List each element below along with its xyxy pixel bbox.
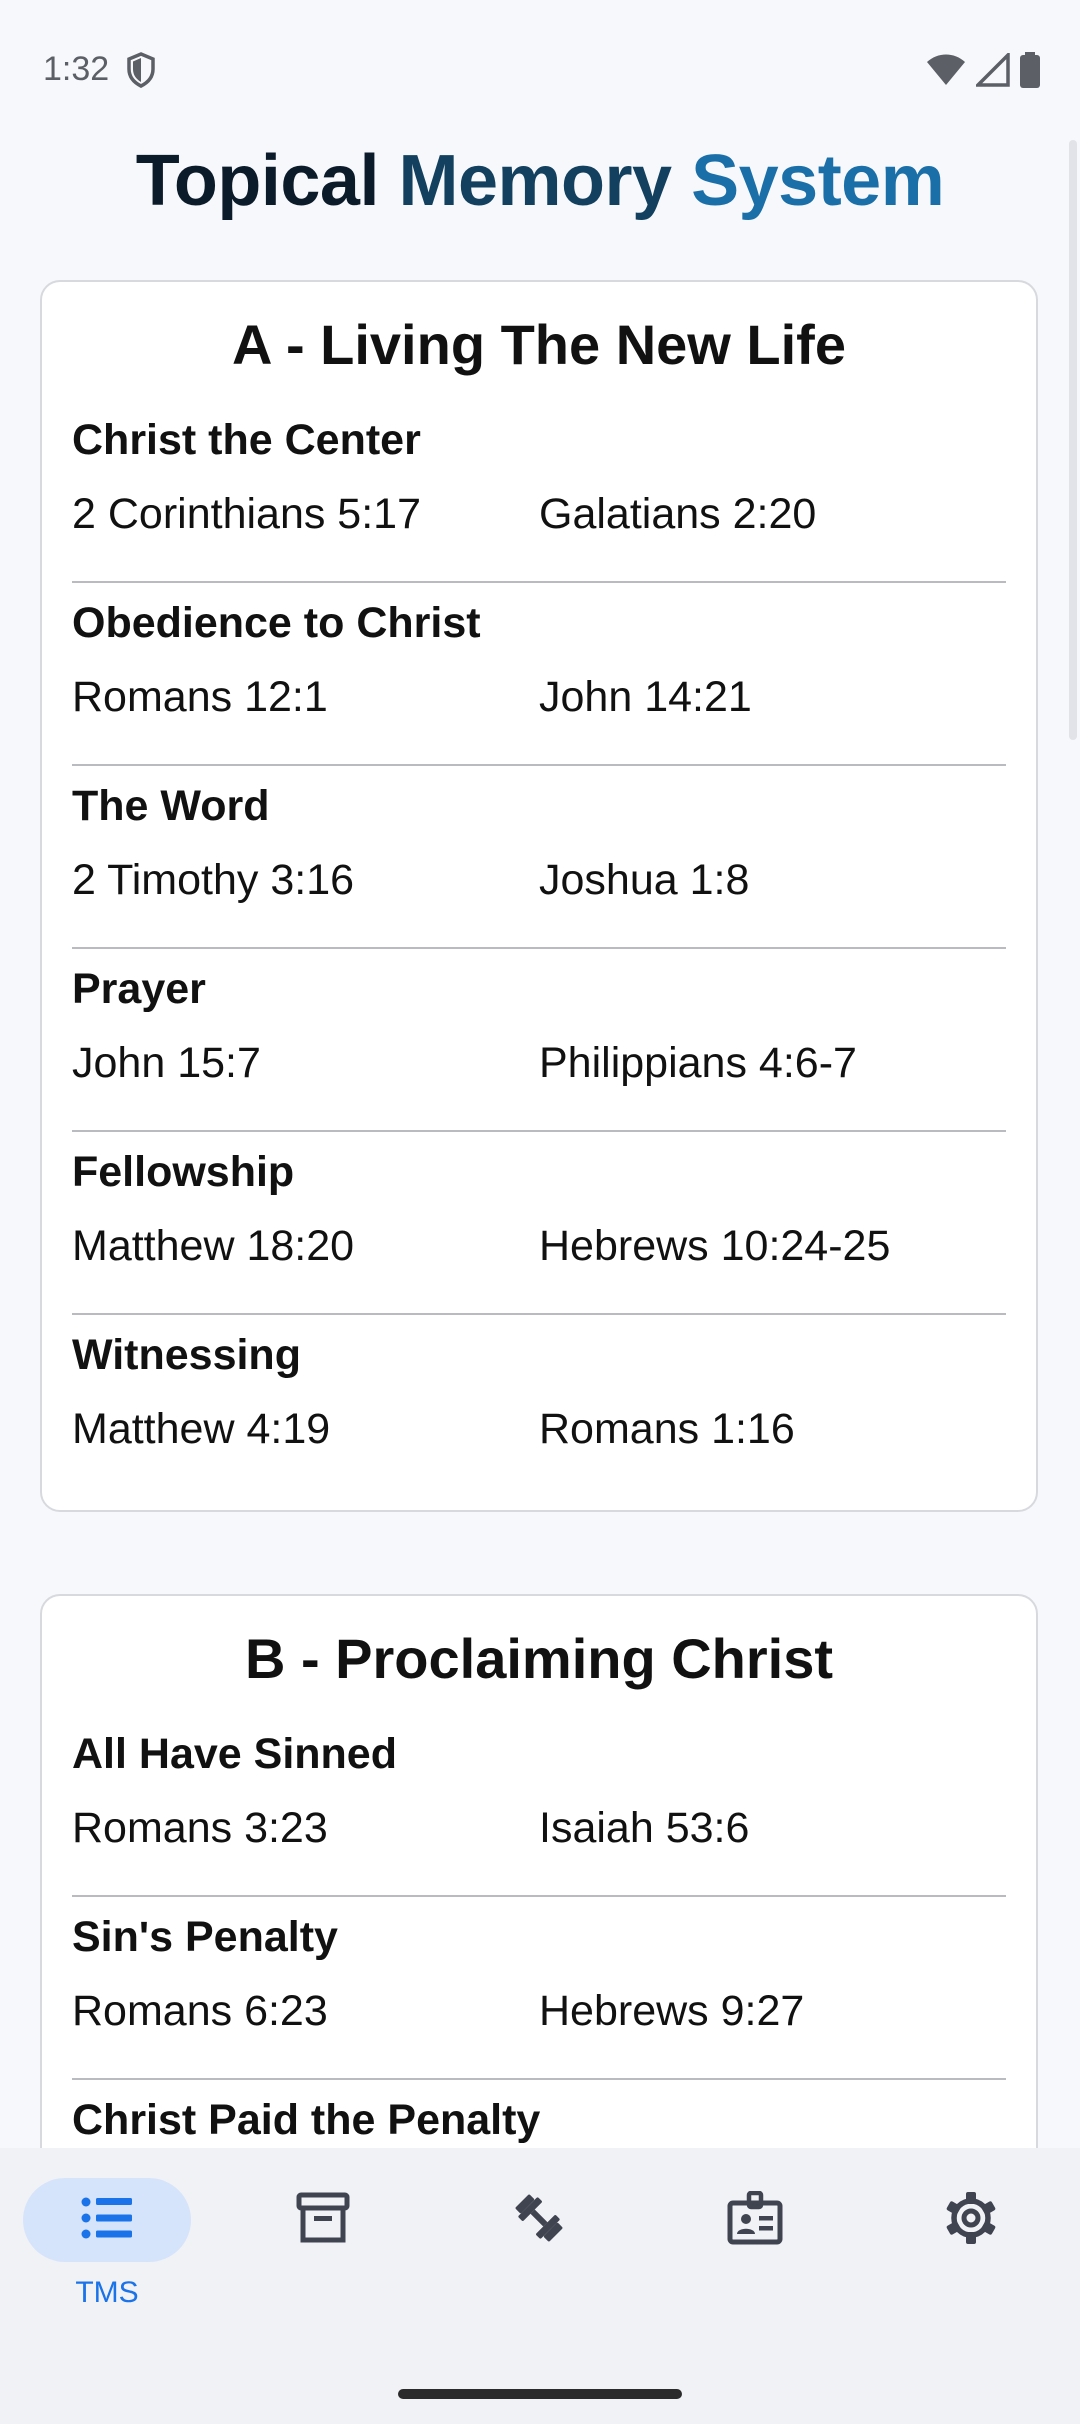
title-word-2: Memory <box>398 141 672 221</box>
status-icons <box>926 50 1040 93</box>
nav-tab-indicator <box>239 2178 407 2262</box>
verse-reference[interactable]: 2 Corinthians 5:17 <box>72 490 539 539</box>
nav-tab-profile[interactable] <box>670 2178 840 2328</box>
nav-tab-settings[interactable] <box>886 2178 1056 2328</box>
id-badge-icon <box>727 2190 783 2250</box>
verse-reference[interactable]: Hebrews 9:27 <box>539 1987 1006 2036</box>
cell-signal-icon <box>973 50 1010 92</box>
verse-row: Romans 3:23 Isaiah 53:6 <box>72 1792 1006 1853</box>
topic-row[interactable]: Witnessing Matthew 4:19 Romans 1:16 <box>72 1315 1006 1498</box>
topic-row[interactable]: Fellowship Matthew 18:20 Hebrews 10:24-2… <box>72 1132 1006 1315</box>
verse-reference[interactable]: Galatians 2:20 <box>539 490 1006 539</box>
section-title: A - Living The New Life <box>232 313 846 376</box>
topic-name: The Word <box>72 782 270 830</box>
title-word-3: System <box>691 141 945 221</box>
archive-icon <box>296 2191 350 2250</box>
topic-row[interactable]: Christ the Center 2 Corinthians 5:17 Gal… <box>72 400 1006 583</box>
dumbbell-icon <box>511 2190 567 2251</box>
topic-name: Prayer <box>72 965 206 1013</box>
topic-name: Christ Paid the Penalty <box>72 2096 541 2144</box>
verse-reference[interactable]: John 15:7 <box>72 1039 539 1088</box>
topic-row[interactable]: Prayer John 15:7 Philippians 4:6-7 <box>72 949 1006 1132</box>
verse-reference[interactable]: Isaiah 53:6 <box>539 1804 1006 1853</box>
verse-row: 2 Corinthians 5:17 Galatians 2:20 <box>72 478 1006 539</box>
section-card-b: B - Proclaiming Christ All Have Sinned R… <box>40 1594 1038 2148</box>
topic-name: Sin's Penalty <box>72 1913 338 1961</box>
nav-tab-indicator <box>23 2178 191 2262</box>
verse-reference[interactable]: Romans 3:23 <box>72 1804 539 1853</box>
battery-icon <box>1020 52 1040 93</box>
title-word-1: Topical <box>135 141 380 221</box>
topic-name: Witnessing <box>72 1331 301 1379</box>
verse-reference[interactable]: Joshua 1:8 <box>539 856 1006 905</box>
verse-row: Matthew 4:19 Romans 1:16 <box>72 1393 1006 1454</box>
topic-row[interactable]: All Have Sinned Romans 3:23 Isaiah 53:6 <box>72 1714 1006 1897</box>
verse-reference[interactable]: Matthew 4:19 <box>72 1405 539 1454</box>
section-card-a: A - Living The New Life Christ the Cente… <box>40 280 1038 1512</box>
nav-tab-indicator <box>887 2178 1055 2262</box>
topic-name: Obedience to Christ <box>72 599 481 647</box>
verse-reference[interactable]: Romans 6:23 <box>72 1987 539 2036</box>
content-scroll-area[interactable]: A - Living The New Life Christ the Cente… <box>0 260 1080 2148</box>
verse-reference[interactable]: John 14:21 <box>539 673 1006 722</box>
status-time: 1:32 <box>43 50 110 88</box>
verse-row: 2 Timothy 3:16 Joshua 1:8 <box>72 844 1006 905</box>
list-icon <box>81 2196 133 2245</box>
topic-row[interactable]: Obedience to Christ Romans 12:1 John 14:… <box>72 583 1006 766</box>
page-title: Topical Memory System <box>0 140 1080 222</box>
topic-name: All Have Sinned <box>72 1730 397 1778</box>
nav-tab-tms[interactable]: TMS <box>22 2178 192 2328</box>
verse-reference[interactable]: Romans 12:1 <box>72 673 539 722</box>
topic-row[interactable]: The Word 2 Timothy 3:16 Joshua 1:8 <box>72 766 1006 949</box>
topic-row[interactable]: Christ Paid the Penalty <box>72 2080 1006 2148</box>
topic-name: Fellowship <box>72 1148 295 1196</box>
wifi-icon <box>926 53 966 92</box>
status-bar: 1:32 <box>0 0 1080 140</box>
shield-icon <box>126 52 156 93</box>
verse-row: Matthew 18:20 Hebrews 10:24-25 <box>72 1210 1006 1271</box>
verse-reference[interactable]: Matthew 18:20 <box>72 1222 539 1271</box>
nav-tab-practice[interactable] <box>454 2178 624 2328</box>
verse-reference[interactable]: Romans 1:16 <box>539 1405 1006 1454</box>
verse-reference[interactable]: 2 Timothy 3:16 <box>72 856 539 905</box>
nav-tab-archive[interactable] <box>238 2178 408 2328</box>
gear-icon <box>943 2190 999 2251</box>
topic-row[interactable]: Sin's Penalty Romans 6:23 Hebrews 9:27 <box>72 1897 1006 2080</box>
nav-tab-label: TMS <box>75 2276 139 2309</box>
verse-reference[interactable]: Hebrews 10:24-25 <box>539 1222 1006 1271</box>
verse-row: Romans 6:23 Hebrews 9:27 <box>72 1975 1006 2036</box>
bottom-navigation: TMS <box>0 2148 1080 2424</box>
verse-row: Romans 12:1 John 14:21 <box>72 661 1006 722</box>
nav-tab-indicator <box>671 2178 839 2262</box>
verse-reference[interactable]: Philippians 4:6-7 <box>539 1039 1006 1088</box>
section-title: B - Proclaiming Christ <box>244 1627 834 1690</box>
topic-name: Christ the Center <box>72 416 421 464</box>
home-indicator[interactable] <box>398 2389 682 2399</box>
verse-row: John 15:7 Philippians 4:6-7 <box>72 1027 1006 1088</box>
nav-tab-indicator <box>455 2178 623 2262</box>
